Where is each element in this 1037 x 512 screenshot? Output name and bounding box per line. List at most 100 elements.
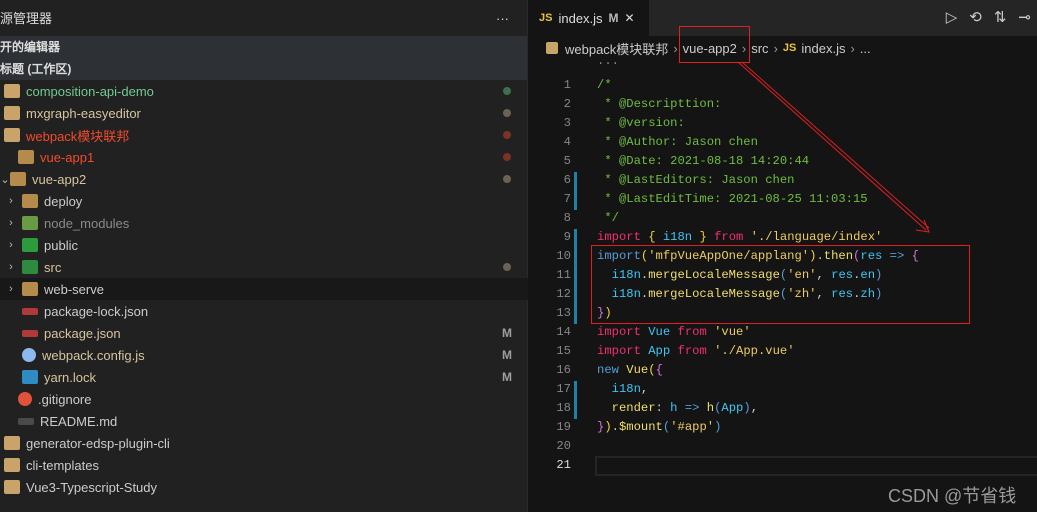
- code-token: from: [714, 230, 744, 244]
- js-file-icon: JS: [539, 12, 553, 24]
- code-token: i18n: [655, 230, 700, 244]
- code-token: h: [706, 401, 715, 415]
- tree-item[interactable]: README.md: [0, 410, 528, 432]
- code-token: en: [860, 268, 876, 282]
- line-number: 19: [556, 420, 571, 434]
- tree-item[interactable]: › deploy: [0, 190, 528, 212]
- close-icon[interactable]: ✕: [625, 11, 635, 25]
- arrow-head: [915, 219, 930, 233]
- section-workspace[interactable]: 标题 (工作区): [0, 58, 527, 80]
- code-token: App: [648, 344, 671, 358]
- modified-badge: M: [608, 11, 619, 25]
- tree-item[interactable]: composition-api-demo: [0, 80, 528, 102]
- line-number: 18: [556, 401, 571, 415]
- line-number: 2: [563, 97, 571, 111]
- chevron-right-icon[interactable]: ›: [6, 239, 16, 251]
- breadcrumb-item[interactable]: vue-app2: [683, 41, 737, 56]
- npm-icon: [22, 329, 38, 337]
- webpack-icon: [22, 348, 36, 362]
- code-token: render: [611, 401, 656, 415]
- code-line: import('mfpVueAppOne/applang').then(res …: [597, 249, 919, 263]
- yarn-icon: [22, 370, 38, 384]
- code-token: {: [911, 249, 919, 263]
- code-token: res: [831, 268, 854, 282]
- chevron-right-icon[interactable]: ›: [6, 283, 16, 295]
- tree-item[interactable]: vue-app1: [0, 146, 528, 168]
- modified-gutter-marker: [574, 172, 577, 191]
- run-icon[interactable]: ▷: [946, 8, 958, 26]
- tree-item[interactable]: mxgraph-easyeditor: [0, 102, 528, 124]
- code-token: * @Date: 2021-08-18 14:20:44: [597, 154, 810, 168]
- tree-item[interactable]: yarn.lock M: [0, 366, 528, 388]
- compare-changes-icon[interactable]: ⇅: [994, 8, 1007, 26]
- tree-item-label: yarn.lock: [44, 369, 97, 385]
- root-folder-icon: [546, 42, 558, 54]
- chevron-right-icon[interactable]: ›: [6, 217, 16, 229]
- modified-gutter-marker: [574, 191, 577, 210]
- breadcrumb-item[interactable]: ...: [860, 41, 871, 56]
- code-token: {: [655, 363, 663, 377]
- modified-gutter-marker: [574, 381, 577, 400]
- tree-item[interactable]: generator-edsp-plugin-cli: [0, 432, 528, 454]
- code-token: App: [721, 401, 744, 415]
- code-token: ,: [640, 382, 649, 396]
- tab-label: index.js: [558, 10, 603, 26]
- tab-bar: JS index.js M ✕ ▷ ⟲ ⇅ ⊸: [529, 0, 1037, 36]
- code-token: import: [597, 249, 641, 263]
- code-token: ,: [816, 268, 832, 282]
- code-token: =>: [882, 249, 912, 263]
- tree-item[interactable]: webpack模块联邦: [0, 124, 528, 146]
- breadcrumb-item[interactable]: src: [751, 41, 768, 56]
- code-token: i18n: [611, 268, 641, 282]
- tab-index-js[interactable]: JS index.js M ✕: [529, 0, 649, 36]
- code-token: '#app': [670, 420, 715, 434]
- breadcrumb-item[interactable]: index.js: [801, 41, 845, 56]
- src-folder-icon: [22, 260, 38, 274]
- tree-item[interactable]: › public: [0, 234, 528, 256]
- tree-item[interactable]: › node_modules: [0, 212, 528, 234]
- tree-item[interactable]: cli-templates: [0, 454, 528, 476]
- tree-item-label: vue-app1: [40, 149, 95, 165]
- modified-gutter-marker: [574, 305, 577, 324]
- code-token: * @LastEditors: Jason chen: [597, 173, 795, 187]
- code-token: Vue: [648, 325, 671, 339]
- code-token: then: [823, 249, 854, 263]
- code-line: i18n,: [597, 382, 649, 396]
- markdown-icon: [18, 417, 34, 425]
- status-dot: [503, 109, 511, 117]
- watermark: CSDN @节省钱: [888, 486, 1017, 506]
- tree-item[interactable]: › src: [0, 256, 528, 278]
- code-token: mergeLocaleMessage: [648, 287, 780, 301]
- line-number: 6: [563, 173, 571, 187]
- chevron-right-icon[interactable]: ›: [6, 261, 16, 273]
- tree-item[interactable]: › web-serve: [0, 278, 528, 300]
- tree-item[interactable]: webpack.config.js M: [0, 344, 528, 366]
- tree-item[interactable]: Vue3-Typescript-Study: [0, 476, 528, 498]
- tree-item[interactable]: package-lock.json: [0, 300, 528, 322]
- code-token: */: [597, 211, 619, 225]
- modified-gutter-marker: [574, 400, 577, 419]
- modified-gutter-marker: [574, 286, 577, 305]
- code-token: Vue: [626, 363, 649, 377]
- status-dot: [503, 263, 511, 271]
- timeline-icon[interactable]: ⟲: [969, 8, 982, 26]
- section-open-editors[interactable]: 开的编辑器: [0, 36, 527, 58]
- tree-item-label: webpack模块联邦: [26, 128, 130, 144]
- line-number: 15: [556, 344, 571, 358]
- git-commit-icon[interactable]: ⊸: [1018, 8, 1031, 26]
- line-number: 3: [563, 116, 571, 130]
- chevron-down-icon[interactable]: ⌄: [0, 173, 10, 186]
- code-token: from: [677, 325, 707, 339]
- tree-item[interactable]: ⌄ vue-app2: [0, 168, 528, 190]
- more-actions-button[interactable]: ···: [496, 0, 509, 36]
- folder-open-icon: [10, 172, 26, 186]
- code-token: './language/index': [743, 230, 883, 244]
- chevron-right-icon[interactable]: ›: [6, 195, 16, 207]
- status-dot: [503, 175, 511, 183]
- explorer-title: 源管理器: [0, 11, 53, 26]
- tree-item[interactable]: package.json M: [0, 322, 528, 344]
- tree-item[interactable]: .gitignore: [0, 388, 528, 410]
- line-number: 21: [556, 458, 571, 472]
- line-number: 14: [556, 325, 571, 339]
